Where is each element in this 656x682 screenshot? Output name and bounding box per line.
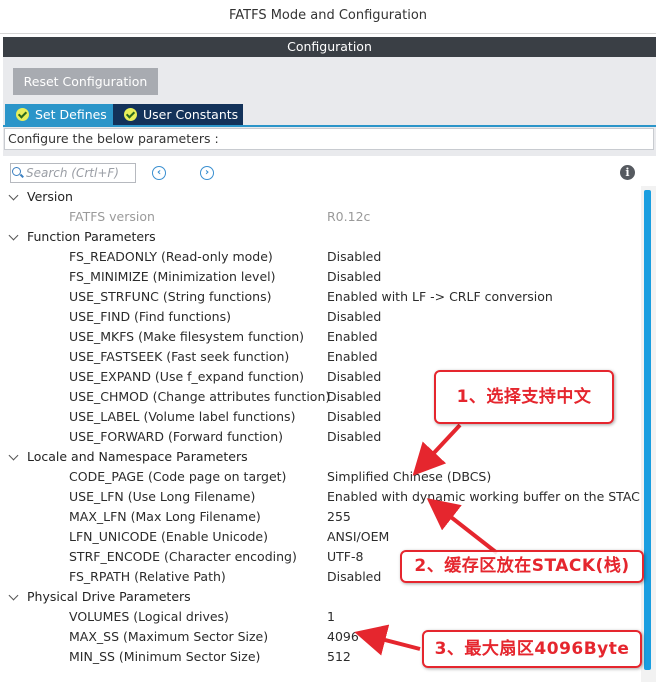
chevron-down-icon[interactable] (8, 190, 19, 201)
param-name: LFN_UNICODE (Enable Unicode) (69, 529, 268, 544)
param-row[interactable]: CODE_PAGE (Code page on target) Simplifi… (3, 467, 641, 487)
chevron-down-icon[interactable] (8, 230, 19, 241)
search-input[interactable] (24, 164, 134, 182)
param-row[interactable]: USE_MKFS (Make filesystem function) Enab… (3, 327, 641, 347)
param-name: MIN_SS (Minimum Sector Size) (69, 649, 261, 664)
param-value[interactable]: Disabled (327, 427, 381, 447)
param-value[interactable]: Disabled (327, 247, 381, 267)
tab-label: Set Defines (35, 107, 107, 122)
param-name: USE_FASTSEEK (Fast seek function) (69, 349, 290, 364)
param-name: FS_RPATH (Relative Path) (69, 569, 226, 584)
previous-match-button[interactable]: ‹ (152, 166, 166, 180)
tab-set-defines[interactable]: Set Defines (5, 104, 113, 125)
param-value[interactable]: Disabled (327, 367, 381, 387)
param-row[interactable]: VOLUMES (Logical drives) 1 (3, 607, 641, 627)
param-name: MAX_LFN (Max Long Filename) (69, 509, 261, 524)
param-value[interactable]: ANSI/OEM (327, 527, 389, 547)
param-name: FS_MINIMIZE (Minimization level) (69, 269, 276, 284)
param-row[interactable]: USE_STRFUNC (String functions) Enabled w… (3, 287, 641, 307)
param-name: USE_STRFUNC (String functions) (69, 289, 272, 304)
param-name: USE_EXPAND (Use f_expand function) (69, 369, 305, 384)
param-row[interactable]: USE_FIND (Find functions) Disabled (3, 307, 641, 327)
group-label: Physical Drive Parameters (27, 589, 191, 604)
window-title: FATFS Mode and Configuration (0, 0, 656, 34)
group-version[interactable]: Version (3, 187, 641, 207)
group-label: Version (27, 189, 73, 204)
search-icon (12, 167, 21, 176)
group-function-parameters[interactable]: Function Parameters (3, 227, 641, 247)
param-name: USE_LABEL (Volume label functions) (69, 409, 296, 424)
param-value[interactable]: 4096 (327, 627, 359, 647)
param-value[interactable]: Enabled with dynamic working buffer on t… (327, 487, 648, 507)
param-value[interactable]: Enabled with LF -> CRLF conversion (327, 287, 553, 307)
param-name: MAX_SS (Maximum Sector Size) (69, 629, 269, 644)
param-row[interactable]: LFN_UNICODE (Enable Unicode) ANSI/OEM (3, 527, 641, 547)
annotation-box-2: 2、缓存区放在STACK(栈) (400, 550, 644, 583)
param-name: CODE_PAGE (Code page on target) (69, 469, 287, 484)
param-row[interactable]: USE_FASTSEEK (Fast seek function) Enable… (3, 347, 641, 367)
param-row[interactable]: FS_MINIMIZE (Minimization level) Disable… (3, 267, 641, 287)
param-name: STRF_ENCODE (Character encoding) (69, 549, 297, 564)
param-value[interactable]: Enabled (327, 327, 378, 347)
param-row[interactable]: USE_LFN (Use Long Filename) Enabled with… (3, 487, 648, 507)
param-value[interactable]: Enabled (327, 347, 378, 367)
param-value: R0.12c (327, 209, 371, 224)
tab-underline (3, 125, 656, 127)
param-value[interactable]: Disabled (327, 387, 381, 407)
annotation-box-1: 1、选择支持中文 (434, 370, 614, 424)
chevron-down-icon[interactable] (8, 590, 19, 601)
reset-configuration-button[interactable]: Reset Configuration (13, 68, 158, 95)
scrollbar-thumb[interactable] (644, 190, 651, 670)
param-value[interactable]: Disabled (327, 567, 381, 587)
param-value[interactable]: UTF-8 (327, 547, 363, 567)
configuration-header: Configuration (3, 37, 656, 57)
info-icon[interactable]: i (620, 165, 635, 180)
param-value[interactable]: Simplified Chinese (DBCS) (327, 467, 491, 487)
param-name: USE_FIND (Find functions) (69, 309, 231, 324)
group-locale-namespace[interactable]: Locale and Namespace Parameters (3, 447, 641, 467)
param-row[interactable]: USE_FORWARD (Forward function) Disabled (3, 427, 641, 447)
param-name: USE_MKFS (Make filesystem function) (69, 329, 305, 344)
param-value[interactable]: 512 (327, 647, 351, 667)
tab-label: User Constants (143, 107, 239, 122)
param-row: FATFS version R0.12c (3, 207, 641, 227)
param-name: FATFS version (69, 209, 155, 224)
annotation-box-3: 3、最大扇区4096Byte (422, 630, 642, 668)
param-name: FS_READONLY (Read-only mode) (69, 249, 273, 264)
param-row[interactable]: MAX_LFN (Max Long Filename) 255 (3, 507, 641, 527)
check-circle-icon (16, 108, 29, 121)
group-physical-drive[interactable]: Physical Drive Parameters (3, 587, 641, 607)
param-name: USE_CHMOD (Change attributes function) (69, 389, 331, 404)
param-value[interactable]: Disabled (327, 267, 381, 287)
parameters-caption: Configure the below parameters : (4, 128, 654, 150)
search-box[interactable] (10, 163, 136, 183)
group-label: Locale and Namespace Parameters (27, 449, 248, 464)
param-value[interactable]: 1 (327, 607, 335, 627)
param-value[interactable]: 255 (327, 507, 351, 527)
param-name: USE_LFN (Use Long Filename) (69, 489, 256, 504)
param-value[interactable]: Disabled (327, 407, 381, 427)
check-circle-icon (124, 108, 137, 121)
chevron-down-icon[interactable] (8, 450, 19, 461)
next-match-button[interactable]: › (200, 166, 214, 180)
param-value[interactable]: Disabled (327, 307, 381, 327)
param-name: USE_FORWARD (Forward function) (69, 429, 284, 444)
param-row[interactable]: FS_READONLY (Read-only mode) Disabled (3, 247, 641, 267)
tab-bar: Set Defines User Constants (3, 104, 656, 125)
group-label: Function Parameters (27, 229, 156, 244)
param-name: VOLUMES (Logical drives) (69, 609, 229, 624)
tab-user-constants[interactable]: User Constants (113, 104, 243, 125)
